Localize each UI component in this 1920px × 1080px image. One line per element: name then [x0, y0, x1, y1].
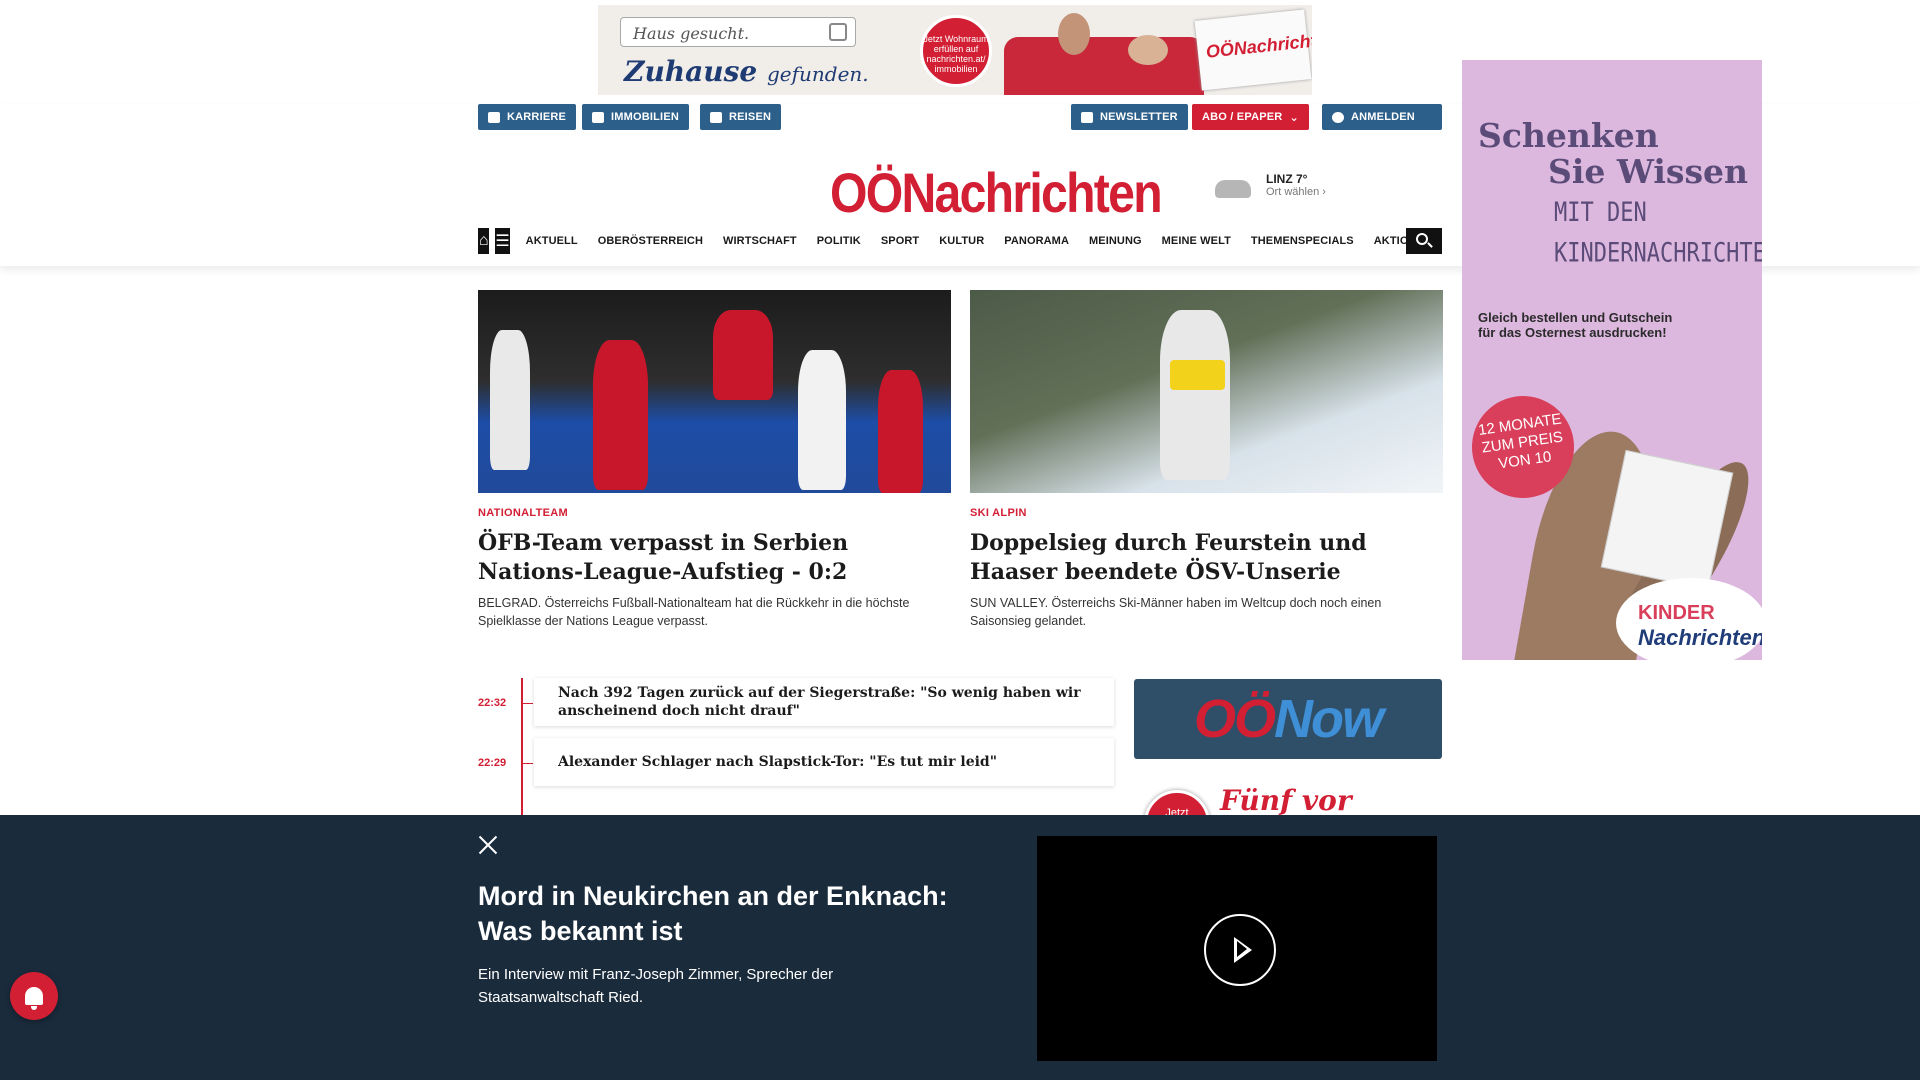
hamburger-icon: ☰: [495, 233, 510, 250]
nav-item-sport[interactable]: SPORT: [881, 235, 919, 247]
ad-brand-logo: KINDER Nachrichten: [1616, 578, 1762, 660]
fuenf-vor-neun-banner[interactable]: Jetzt Fünf vor neun.: [1140, 782, 1440, 816]
skier-figure: [1160, 310, 1230, 480]
newsletter-button[interactable]: NEWSLETTER: [1071, 104, 1188, 130]
ad-subtitle: MIT DEN KINDERNACHRICHTEN: [1554, 198, 1762, 269]
video-description: Ein Interview mit Franz-Joseph Zimmer, S…: [478, 966, 834, 1006]
fuenf-vor-neun-title: Fünf vor neun.: [1220, 784, 1352, 816]
ad-cta-text: Gleich bestellen und Gutschein für das Os…: [1478, 310, 1673, 340]
ticker-timeline: [521, 678, 523, 818]
cloud-icon: [1215, 180, 1251, 198]
search-button[interactable]: [1406, 228, 1442, 254]
article-teaser[interactable]: BELGRAD. Österreichs Fußball-Nationaltea…: [478, 594, 951, 630]
abo-epaper-button[interactable]: ABO / EPAPER ⌄: [1192, 104, 1309, 130]
karriere-button[interactable]: KARRIERE: [478, 104, 577, 130]
article-teaser[interactable]: SUN VALLEY. Österreichs Ski-Männer haben…: [970, 594, 1443, 630]
video-title[interactable]: Mord in Neukirchen an der Enknach: Was b…: [478, 879, 978, 949]
ad-badge: Jetzt Wohnraum erfüllen auf nachrichten.…: [920, 15, 992, 87]
nav-item-politik[interactable]: POLITIK: [817, 235, 861, 247]
article-headline[interactable]: Doppelsieg durch Feurstein und Haaser be…: [970, 529, 1443, 587]
article-image-football[interactable]: [478, 290, 951, 493]
immobilien-button[interactable]: IMMOBILIEN: [582, 104, 689, 130]
nav-item-kultur[interactable]: KULTUR: [939, 235, 984, 247]
site-logo[interactable]: OÖNachrichten: [830, 160, 1163, 225]
video-overlay: Mord in Neukirchen an der Enknach: Was b…: [0, 815, 1920, 1080]
ticker-time: 22:32: [478, 697, 507, 709]
article-kicker[interactable]: NATIONALTEAM: [478, 507, 568, 519]
oenow-banner[interactable]: OÖ Now: [1134, 679, 1442, 759]
ad-slogan: Zuhause gefunden.: [624, 55, 869, 88]
nav-item-meine-welt[interactable]: MEINE WELT: [1162, 235, 1231, 247]
briefcase-icon: [488, 111, 500, 123]
ticker-time: 22:29: [478, 757, 507, 769]
play-icon[interactable]: [1204, 914, 1276, 986]
building-icon: [592, 111, 604, 123]
weather-select-location[interactable]: Ort wählen ›: [1266, 186, 1326, 198]
player-figure: [713, 310, 773, 400]
menu-button[interactable]: ☰: [495, 228, 510, 254]
main-navigation: ⌂ ☰ AKTUELL OBERÖSTERREICH WIRTSCHAFT PO…: [478, 228, 1442, 254]
player-figure: [593, 340, 648, 490]
close-icon[interactable]: [476, 833, 500, 857]
video-player[interactable]: [1037, 836, 1437, 1061]
bell-icon: [25, 987, 43, 1010]
ad-sofa-image: [1004, 37, 1204, 95]
chevron-down-icon: ⌄: [1289, 111, 1299, 124]
player-figure: [878, 370, 923, 493]
notification-bell-button[interactable]: [10, 972, 58, 1020]
house-icon: [829, 23, 847, 41]
ticker-item[interactable]: Nach 392 Tagen zurück auf der Siegerstra…: [534, 678, 1114, 726]
mail-icon: [1081, 111, 1093, 123]
player-figure: [490, 330, 530, 470]
nav-item-wirtschaft[interactable]: WIRTSCHAFT: [723, 235, 797, 247]
user-icon: [1332, 111, 1344, 123]
ad-person-image: [1058, 13, 1090, 55]
weather-city: LINZ 7°: [1266, 172, 1308, 186]
nav-item-oberoesterreich[interactable]: OBERÖSTERREICH: [598, 235, 703, 247]
nav-item-panorama[interactable]: PANORAMA: [1004, 235, 1069, 247]
ad-newspaper-image: OÖNachrichten: [1194, 9, 1312, 91]
top-banner-ad[interactable]: Haus gesucht. Zuhause gefunden. Jetzt Wo…: [598, 5, 1312, 95]
ad-title: Schenken Sie Wissen: [1478, 116, 1749, 191]
player-figure: [798, 350, 846, 490]
home-button[interactable]: ⌂: [478, 228, 490, 254]
home-icon: ⌂: [478, 232, 489, 249]
nav-item-themenspecials[interactable]: THEMENSPECIALS: [1251, 235, 1354, 247]
race-bib: [1170, 360, 1225, 390]
article-image-ski[interactable]: [970, 290, 1443, 493]
ticker-marker: [521, 703, 533, 704]
nav-item-meinung[interactable]: MEINUNG: [1089, 235, 1142, 247]
search-icon: [1416, 233, 1428, 245]
nav-item-aktuell[interactable]: AKTUELL: [526, 235, 578, 247]
plane-icon: [710, 111, 722, 123]
ad-person-image: [1128, 35, 1168, 65]
ticker-item[interactable]: Alexander Schlager nach Slapstick-Tor: "…: [534, 738, 1114, 786]
jetzt-badge: Jetzt: [1144, 790, 1210, 816]
article-kicker[interactable]: SKI ALPIN: [970, 507, 1027, 519]
ticker-marker: [521, 763, 533, 764]
reisen-button[interactable]: REISEN: [700, 104, 782, 130]
article-headline[interactable]: ÖFB-Team verpasst in Serbien Nations-Lea…: [478, 529, 951, 587]
login-button[interactable]: ANMELDEN: [1322, 104, 1442, 130]
side-banner-ad[interactable]: Schenken Sie Wissen MIT DEN KINDERNACHRICH…: [1462, 60, 1762, 660]
weather-widget[interactable]: LINZ 7° Ort wählen ›: [1215, 170, 1335, 202]
ad-search-box: Haus gesucht.: [620, 17, 856, 47]
